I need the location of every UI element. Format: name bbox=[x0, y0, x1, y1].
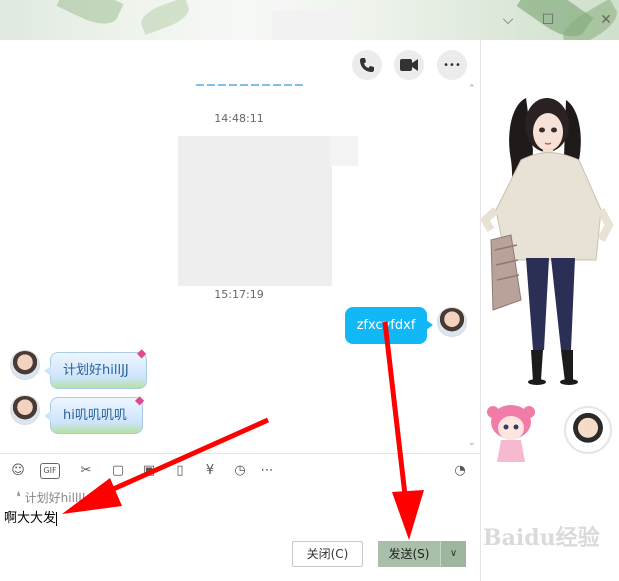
send-button[interactable]: 发送(S) bbox=[378, 541, 440, 567]
friend-avatar-small[interactable] bbox=[10, 350, 40, 380]
more-icon: ••• bbox=[443, 59, 461, 71]
profile-show-panel bbox=[480, 40, 619, 581]
anime-sticker-icon bbox=[487, 405, 535, 462]
sent-message-bubble[interactable]: zfxcvfdxf bbox=[345, 307, 433, 344]
view-original-link[interactable]: 原文 bbox=[93, 491, 117, 505]
phone-icon bbox=[360, 58, 374, 72]
avatar-character-illustration bbox=[481, 98, 614, 385]
input-toolbar: ☺ GIF ✂ ▢ ▣ ▯ ¥ ◷ ⋯ ◔ bbox=[0, 453, 480, 487]
video-icon bbox=[400, 59, 418, 71]
gif-icon[interactable]: GIF bbox=[40, 463, 60, 479]
shake-icon[interactable]: ▯ bbox=[171, 462, 189, 480]
redacted-message bbox=[178, 136, 332, 286]
bamboo-leaf-decoration bbox=[56, 0, 124, 32]
message-input[interactable]: 啊大大发 bbox=[4, 507, 58, 526]
partial-link-text[interactable] bbox=[196, 74, 316, 88]
more-options-button[interactable]: ••• bbox=[437, 50, 467, 80]
video-call-button[interactable] bbox=[394, 50, 424, 80]
close-icon[interactable]: ✕ bbox=[596, 10, 616, 30]
scroll-down-icon[interactable]: ⌄ bbox=[468, 438, 476, 448]
text-caret bbox=[56, 511, 58, 526]
friend-avatar-large[interactable] bbox=[564, 406, 612, 454]
red-packet-icon[interactable]: ¥ bbox=[201, 462, 219, 480]
history-clock-icon[interactable]: ◔ bbox=[451, 462, 469, 480]
quoted-message: ❛ 计划好hillJJ 原文 bbox=[16, 488, 117, 506]
quoted-text: 计划好hillJJ bbox=[24, 491, 86, 505]
phone-call-button[interactable] bbox=[352, 50, 382, 80]
image-icon[interactable]: ▣ bbox=[140, 462, 158, 480]
kite-decoration-icon: ◆ bbox=[137, 346, 147, 360]
bamboo-leaf-decoration bbox=[137, 0, 193, 35]
redacted-message bbox=[330, 136, 358, 166]
message-timestamp: 15:17:19 bbox=[214, 288, 264, 301]
chevron-down-icon[interactable]: ⌵ bbox=[498, 10, 518, 30]
contact-name-redacted bbox=[272, 10, 354, 40]
close-button[interactable]: 关闭(C) bbox=[292, 541, 363, 567]
received-message-bubble[interactable]: 计划好hillJJ bbox=[44, 352, 147, 389]
friend-avatar-small[interactable] bbox=[10, 395, 40, 425]
more-circle-icon[interactable]: ⋯ bbox=[258, 462, 276, 480]
kite-decoration-icon: ◆ bbox=[135, 393, 145, 407]
music-icon[interactable]: ◷ bbox=[231, 462, 249, 480]
folder-icon[interactable]: ▢ bbox=[109, 462, 127, 480]
send-options-dropdown[interactable]: ∨ bbox=[440, 541, 466, 567]
scroll-up-icon[interactable]: ⌃ bbox=[468, 84, 476, 94]
scissors-icon[interactable]: ✂ bbox=[77, 462, 95, 480]
message-timestamp: 14:48:11 bbox=[214, 112, 264, 125]
quote-mark-icon: ❛ bbox=[16, 488, 21, 506]
square-icon[interactable]: ☐ bbox=[538, 10, 558, 30]
message-input-value: 啊大大发 bbox=[4, 511, 57, 526]
annotation-arrowhead bbox=[392, 490, 424, 540]
baidu-watermark: Baidu经验 bbox=[483, 525, 600, 551]
received-message-bubble[interactable]: hi叽叽叽叽 bbox=[44, 397, 143, 434]
my-avatar[interactable] bbox=[437, 307, 467, 337]
title-bar: ⌵ ☐ ✕ bbox=[0, 0, 619, 40]
emoji-icon[interactable]: ☺ bbox=[9, 462, 27, 480]
